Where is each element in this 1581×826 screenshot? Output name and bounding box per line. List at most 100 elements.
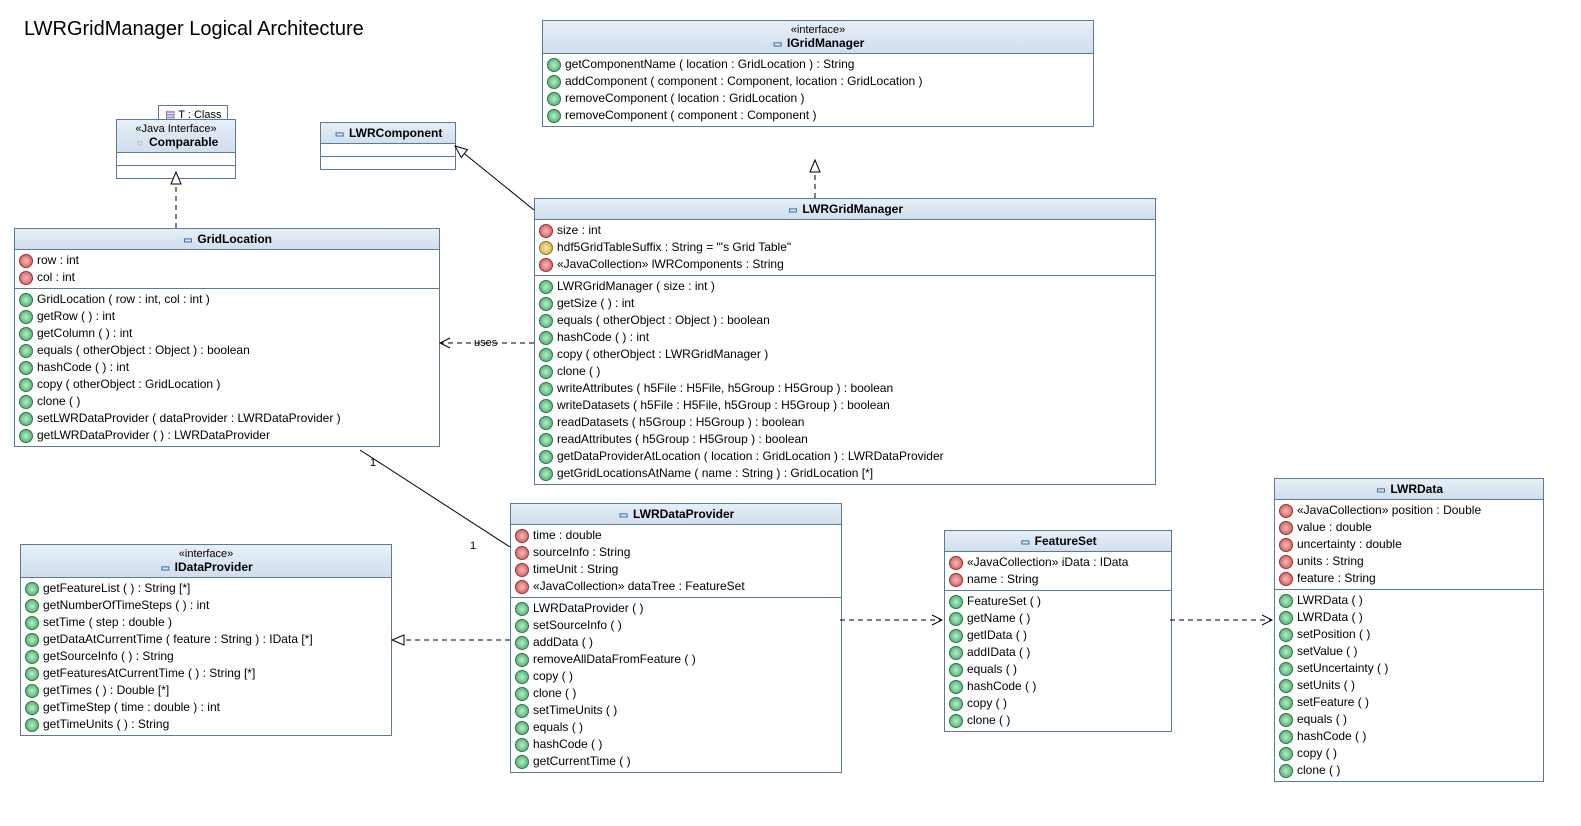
attribute: col : int xyxy=(19,269,435,286)
visibility-icon xyxy=(25,701,39,715)
operation-text: hashCode ( ) xyxy=(533,737,602,752)
operation-text: removeComponent ( component : Component … xyxy=(565,108,816,123)
operation: getSize ( ) : int xyxy=(539,295,1151,312)
attribute-text: «JavaCollection» position : Double xyxy=(1297,503,1481,518)
visibility-icon xyxy=(949,714,963,728)
attribute-text: size : int xyxy=(557,223,601,238)
operation-text: getLWRDataProvider ( ) : LWRDataProvider xyxy=(37,428,270,443)
class-name: Comparable xyxy=(149,135,218,149)
visibility-icon xyxy=(515,619,529,633)
class-gridlocation: GridLocation row : intcol : int GridLoca… xyxy=(14,228,440,447)
visibility-icon xyxy=(19,327,33,341)
operation-text: getColumn ( ) : int xyxy=(37,326,132,341)
class-lwrcomponent: LWRComponent xyxy=(320,122,456,170)
attribute: «JavaCollection» iData : IData xyxy=(949,554,1167,571)
operation-text: clone ( ) xyxy=(533,686,576,701)
operation-text: getTimeStep ( time : double ) : int xyxy=(43,700,220,715)
operation: equals ( ) xyxy=(515,719,837,736)
attribute: time : double xyxy=(515,527,837,544)
operation-text: hashCode ( ) : int xyxy=(37,360,129,375)
operation: clone ( ) xyxy=(515,685,837,702)
operation-text: getComponentName ( location : GridLocati… xyxy=(565,57,854,72)
operation: removeComponent ( location : GridLocatio… xyxy=(547,90,1089,107)
operation: LWRData ( ) xyxy=(1279,592,1539,609)
attribute-text: time : double xyxy=(533,528,602,543)
visibility-icon xyxy=(515,755,529,769)
operation: setTimeUnits ( ) xyxy=(515,702,837,719)
visibility-icon xyxy=(1279,504,1293,518)
visibility-icon xyxy=(19,271,33,285)
operation-text: setSourceInfo ( ) xyxy=(533,618,622,633)
visibility-icon xyxy=(25,599,39,613)
attribute-text: col : int xyxy=(37,270,75,285)
operation: addComponent ( component : Component, lo… xyxy=(547,73,1089,90)
visibility-icon xyxy=(515,563,529,577)
class-name: LWRGridManager xyxy=(802,202,903,216)
operation-text: getSize ( ) : int xyxy=(557,296,634,311)
operation-text: getTimes ( ) : Double [*] xyxy=(43,683,169,698)
operation: getName ( ) xyxy=(949,610,1167,627)
visibility-icon xyxy=(19,395,33,409)
class-icon xyxy=(1019,534,1031,544)
operation: getDataAtCurrentTime ( feature : String … xyxy=(25,631,387,648)
operation: equals ( ) xyxy=(949,661,1167,678)
mult-1: 1 xyxy=(470,540,476,552)
visibility-icon xyxy=(515,670,529,684)
visibility-icon xyxy=(25,616,39,630)
operation-text: setUnits ( ) xyxy=(1297,678,1355,693)
stereotype: «interface» xyxy=(179,548,233,560)
attribute-text: row : int xyxy=(37,253,79,268)
operation: LWRDataProvider ( ) xyxy=(515,600,837,617)
operation-text: getCurrentTime ( ) xyxy=(533,754,631,769)
visibility-icon xyxy=(515,602,529,616)
attribute-text: uncertainty : double xyxy=(1297,537,1402,552)
operation-text: copy ( otherObject : LWRGridManager ) xyxy=(557,347,768,362)
operation: GridLocation ( row : int, col : int ) xyxy=(19,291,435,308)
operation-text: setValue ( ) xyxy=(1297,644,1357,659)
attribute-text: value : double xyxy=(1297,520,1372,535)
operation: setUncertainty ( ) xyxy=(1279,660,1539,677)
visibility-icon xyxy=(1279,611,1293,625)
operation: setTime ( step : double ) xyxy=(25,614,387,631)
operation-text: clone ( ) xyxy=(37,394,80,409)
attribute: units : String xyxy=(1279,553,1539,570)
operation: setPosition ( ) xyxy=(1279,626,1539,643)
class-idataprovider: «interface» IDataProvider getFeatureList… xyxy=(20,544,392,736)
visibility-icon xyxy=(949,556,963,570)
class-icon xyxy=(618,507,630,517)
operation: readDatasets ( h5Group : H5Group ) : boo… xyxy=(539,414,1151,431)
class-icon xyxy=(1375,482,1387,492)
operation: hashCode ( ) xyxy=(515,736,837,753)
visibility-icon xyxy=(949,680,963,694)
visibility-icon xyxy=(539,365,553,379)
operation-text: getDataAtCurrentTime ( feature : String … xyxy=(43,632,313,647)
operation: clone ( ) xyxy=(19,393,435,410)
visibility-icon xyxy=(539,433,553,447)
attribute: sourceInfo : String xyxy=(515,544,837,561)
attribute: row : int xyxy=(19,252,435,269)
visibility-icon xyxy=(19,310,33,324)
operation-text: getRow ( ) : int xyxy=(37,309,115,324)
attribute: feature : String xyxy=(1279,570,1539,587)
visibility-icon xyxy=(515,580,529,594)
attribute: «JavaCollection» position : Double xyxy=(1279,502,1539,519)
class-igridmanager: «interface» IGridManager getComponentNam… xyxy=(542,20,1094,127)
operation: getGridLocationsAtName ( name : String )… xyxy=(539,465,1151,482)
visibility-icon xyxy=(949,697,963,711)
visibility-icon xyxy=(25,650,39,664)
visibility-icon xyxy=(1279,764,1293,778)
visibility-icon xyxy=(949,612,963,626)
operation-text: getFeatureList ( ) : String [*] xyxy=(43,581,190,596)
visibility-icon xyxy=(539,382,553,396)
operation: readAttributes ( h5Group : H5Group ) : b… xyxy=(539,431,1151,448)
attribute: hdf5GridTableSuffix : String = "'s Grid … xyxy=(539,239,1151,256)
visibility-icon xyxy=(547,58,561,72)
visibility-icon xyxy=(1279,662,1293,676)
operation-text: getName ( ) xyxy=(967,611,1030,626)
visibility-icon xyxy=(949,595,963,609)
operation-text: hashCode ( ) : int xyxy=(557,330,649,345)
visibility-icon xyxy=(539,241,553,255)
operation: copy ( otherObject : GridLocation ) xyxy=(19,376,435,393)
visibility-icon xyxy=(1279,730,1293,744)
class-icon xyxy=(772,36,784,46)
